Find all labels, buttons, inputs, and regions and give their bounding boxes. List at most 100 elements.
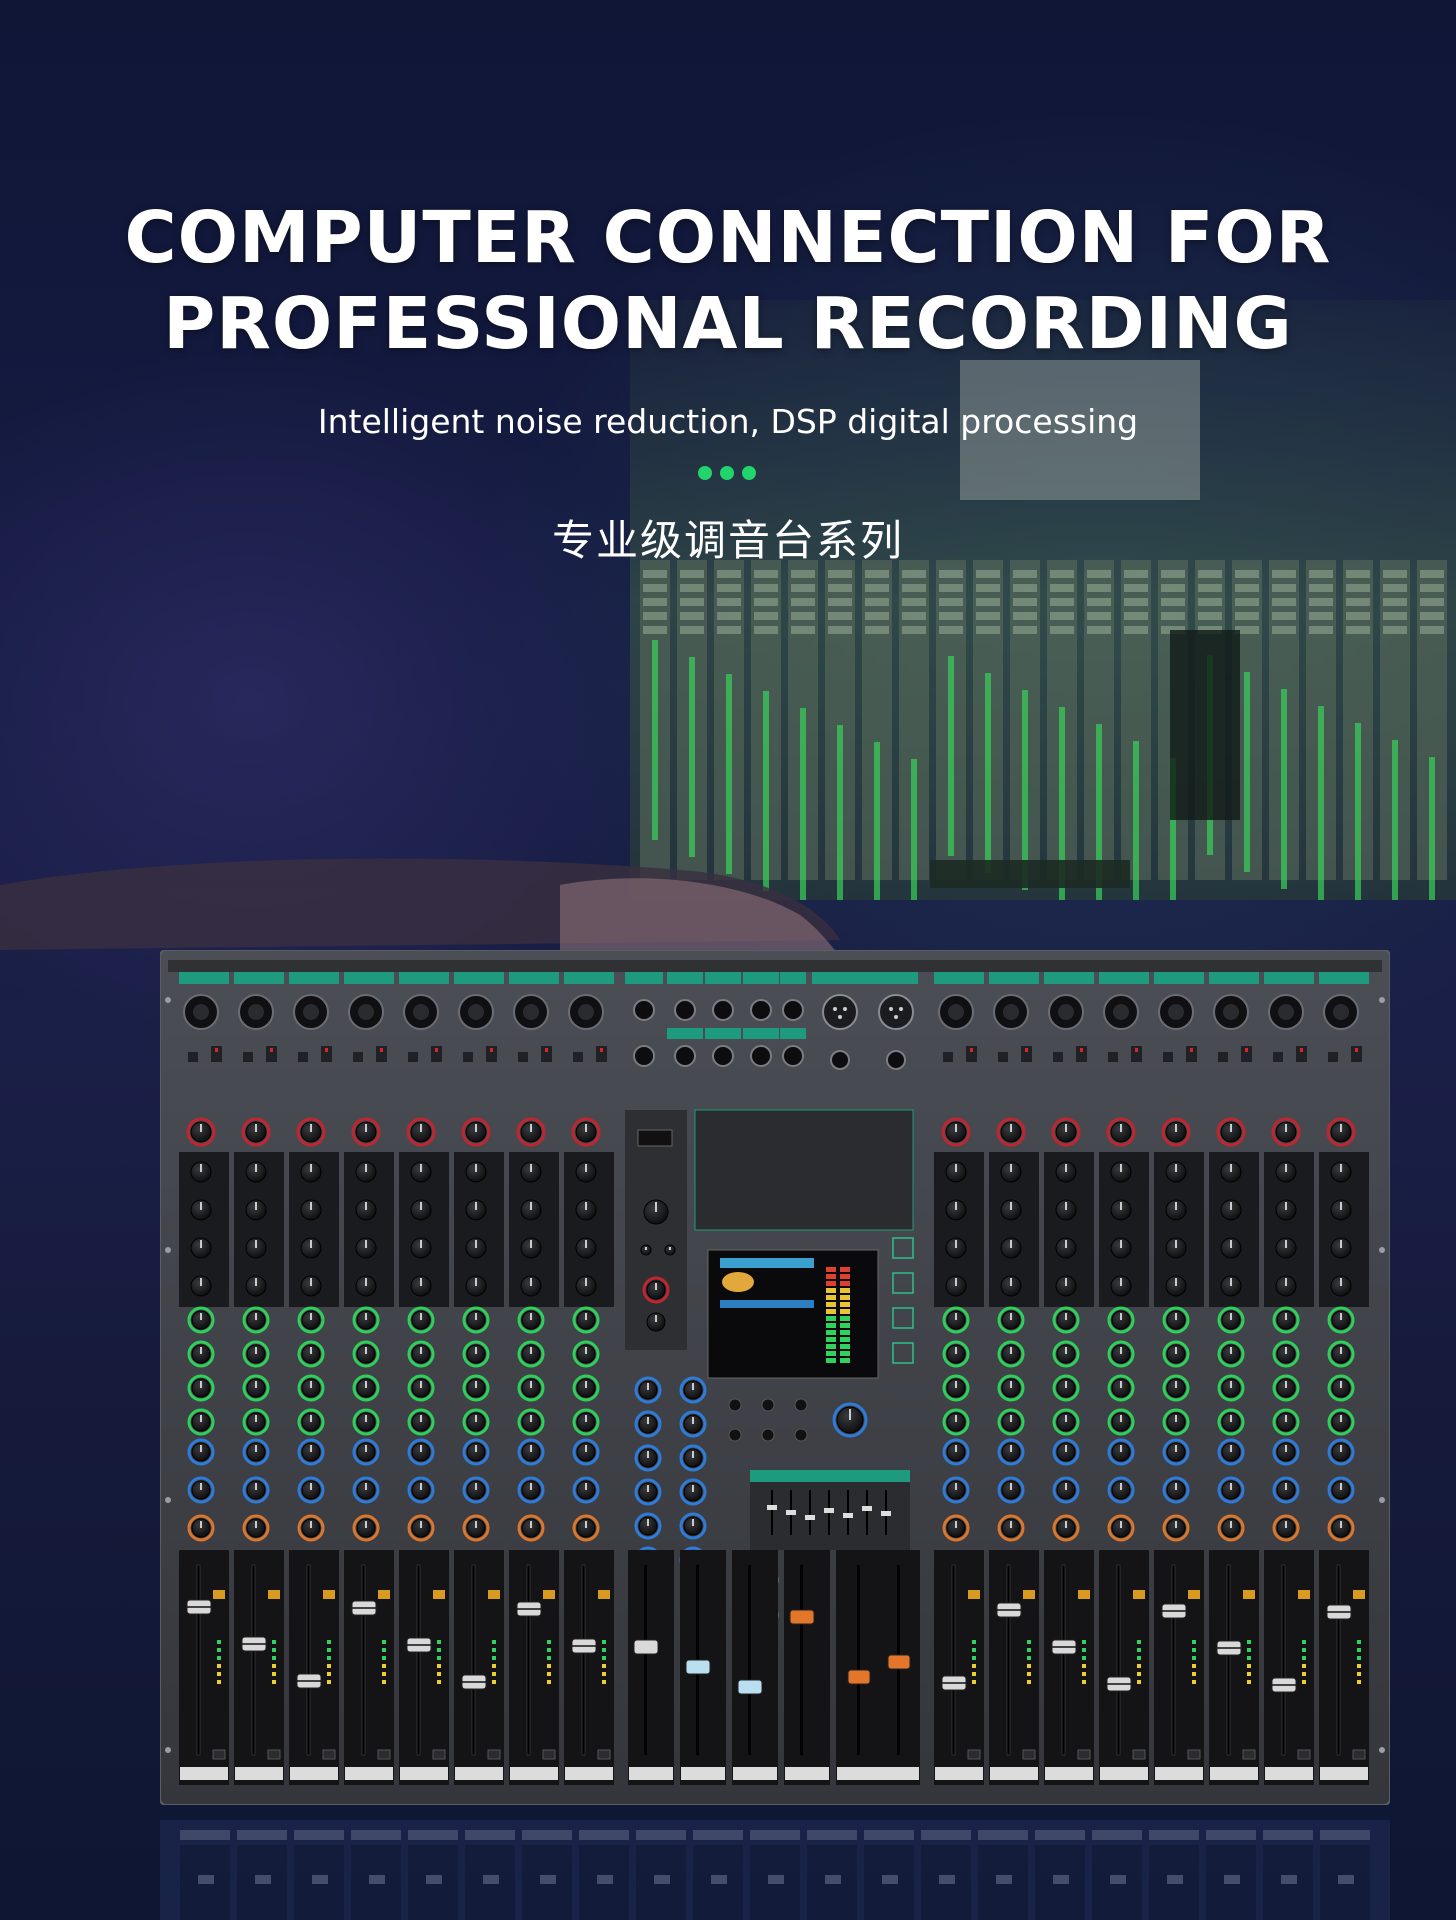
level-led	[1137, 1680, 1141, 1684]
level-led	[972, 1648, 976, 1652]
daw-slot	[680, 612, 704, 620]
eq-slider-cap	[862, 1506, 872, 1511]
pfl-button	[1187, 1749, 1201, 1760]
headline-line-1: COMPUTER CONNECTION FOR	[124, 196, 1332, 279]
level-led	[272, 1648, 276, 1652]
eq-slider-cap	[767, 1505, 777, 1510]
level-led	[1082, 1664, 1086, 1668]
screw	[165, 1247, 171, 1253]
combo-jack-center	[468, 1004, 484, 1020]
fx-button	[728, 1398, 742, 1412]
daw-slot	[939, 570, 963, 578]
daw-slot	[976, 584, 1000, 592]
fader-track	[1226, 1564, 1231, 1756]
daw-slot	[680, 598, 704, 606]
lcd-level-bar	[826, 1323, 836, 1328]
xlr-pin	[894, 1015, 898, 1019]
daw-slot	[1013, 612, 1037, 620]
daw-slot	[1309, 570, 1333, 578]
daw-slot	[902, 598, 926, 606]
daw-meter	[689, 657, 695, 857]
channel-header	[509, 972, 559, 984]
mute-button	[1243, 1590, 1255, 1599]
eq-slider-cap	[805, 1515, 815, 1520]
screw	[165, 1497, 171, 1503]
level-led	[437, 1672, 441, 1676]
level-led	[492, 1680, 496, 1684]
level-led	[547, 1640, 551, 1644]
lcd-level-bar	[840, 1274, 850, 1279]
daw-slot	[1124, 570, 1148, 578]
level-led	[1192, 1656, 1196, 1660]
level-led	[602, 1680, 606, 1684]
level-led	[602, 1664, 606, 1668]
pad-button	[1108, 1052, 1118, 1062]
reflection-label-plate	[522, 1830, 572, 1840]
pfl-button	[212, 1749, 226, 1760]
center-header	[625, 972, 663, 984]
level-led	[1247, 1680, 1251, 1684]
level-led	[1302, 1672, 1306, 1676]
level-led	[547, 1656, 551, 1660]
daw-slot	[939, 626, 963, 634]
level-led	[1302, 1680, 1306, 1684]
daw-slot	[902, 626, 926, 634]
quarter-inch-jack-icon	[633, 1045, 655, 1067]
level-led	[492, 1656, 496, 1660]
pfl-button	[1242, 1749, 1256, 1760]
daw-slot	[1050, 598, 1074, 606]
level-led	[1027, 1680, 1031, 1684]
daw-slot	[1420, 598, 1444, 606]
phantom-led	[1245, 1048, 1248, 1052]
daw-browser	[1170, 630, 1240, 820]
reflection-fader	[654, 1875, 670, 1884]
eq-slider-cap	[843, 1513, 853, 1518]
combo-jack-center	[1223, 1004, 1239, 1020]
daw-slot	[828, 598, 852, 606]
reflection-fader	[312, 1875, 328, 1884]
phantom-led	[490, 1048, 493, 1052]
daw-slot	[828, 612, 852, 620]
daw-slot	[976, 570, 1000, 578]
daw-slot	[902, 570, 926, 578]
daw-slot	[1235, 584, 1259, 592]
fader-track	[306, 1564, 311, 1756]
combo-jack-center	[193, 1004, 209, 1020]
daw-slot	[1272, 626, 1296, 634]
daw-slot	[1124, 598, 1148, 606]
level-led	[1082, 1680, 1086, 1684]
quarter-inch-jack-icon	[830, 1050, 850, 1070]
main-fader-cap	[847, 1669, 871, 1685]
fader-cap	[737, 1679, 763, 1695]
level-led	[602, 1656, 606, 1660]
level-led	[1357, 1656, 1361, 1660]
lcd-level-bar	[826, 1302, 836, 1307]
level-led	[217, 1680, 221, 1684]
level-led	[1137, 1648, 1141, 1652]
fader-track	[748, 1565, 751, 1755]
xlr-pin	[838, 1015, 842, 1019]
strip-label-plate	[455, 1767, 503, 1780]
daw-slot	[828, 570, 852, 578]
center-header	[812, 972, 918, 984]
reflection-label-plate	[465, 1830, 515, 1840]
aux-lower-header	[705, 1028, 741, 1039]
channel-header	[234, 972, 284, 984]
reflection-label-plate	[978, 1830, 1028, 1840]
xlr-pin	[843, 1007, 847, 1011]
daw-slot	[976, 626, 1000, 634]
center-header	[667, 972, 703, 984]
screw	[165, 997, 171, 1003]
product-banner: COMPUTER CONNECTION FOR PROFESSIONAL REC…	[0, 0, 1456, 1920]
daw-slot	[1346, 598, 1370, 606]
mute-button	[1133, 1590, 1145, 1599]
level-led	[1302, 1656, 1306, 1660]
reflection-label-plate	[1092, 1830, 1142, 1840]
strip-label-plate	[235, 1767, 283, 1780]
strip-label-plate	[290, 1767, 338, 1780]
effects-list-panel	[694, 1109, 914, 1231]
strip-label-plate	[990, 1767, 1038, 1780]
level-led	[327, 1672, 331, 1676]
pad-button	[573, 1052, 583, 1062]
reflection-label-plate	[1149, 1830, 1199, 1840]
